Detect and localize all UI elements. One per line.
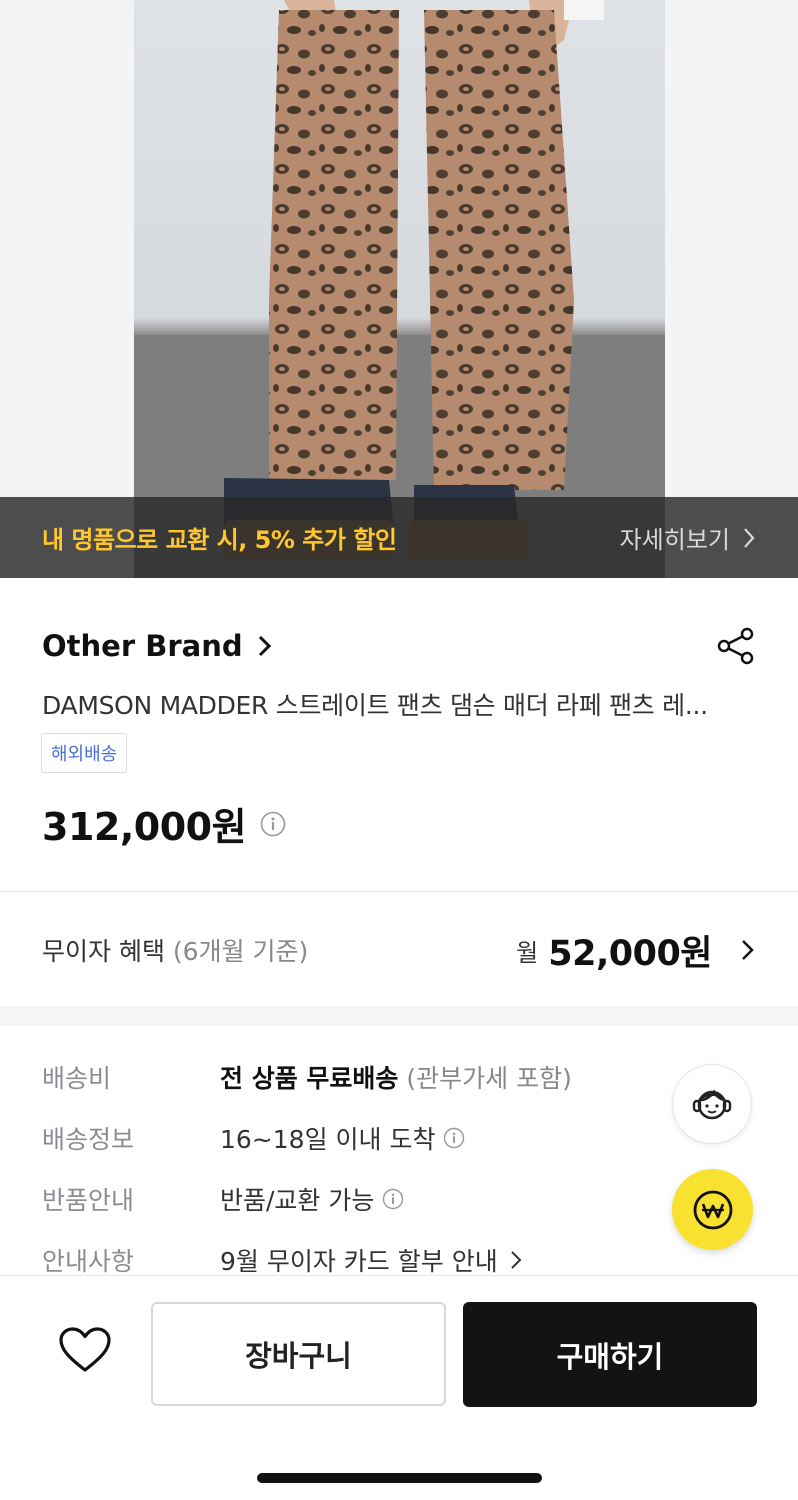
overseas-shipping-badge: 해외배송 (41, 733, 128, 773)
heart-icon[interactable] (58, 1326, 112, 1374)
brand-name: Other Brand (42, 629, 243, 663)
shipping-fee-note: (관부가세 포함) (406, 1063, 572, 1093)
product-photo[interactable] (134, 0, 665, 578)
info-icon[interactable] (260, 811, 286, 837)
installment-benefit-row[interactable]: 무이자 혜택 (6개월 기준) 월 52,000원 (42, 920, 756, 980)
add-to-cart-button[interactable]: 장바구니 (151, 1302, 446, 1406)
chevron-right-icon (744, 527, 755, 548)
shipping-info-list: 배송비 전 상품 무료배송 (관부가세 포함) 배송정보 16~18일 이내 도… (42, 1046, 662, 1290)
installment-amount-group: 월 52,000원 (516, 925, 756, 976)
promo-text: 내 명품으로 교환 시, 5% 추가 할인 (42, 526, 397, 554)
installment-label: 무이자 혜택 (6개월 기준) (42, 932, 308, 968)
installment-basis: (6개월 기준) (172, 937, 309, 966)
info-icon[interactable] (382, 1188, 404, 1210)
delivery-eta: 16~18일 이내 도착 (220, 1124, 436, 1154)
installment-title: 무이자 혜택 (42, 937, 165, 966)
shipping-fee-label: 배송비 (42, 1063, 112, 1093)
shipping-fee-row: 배송비 전 상품 무료배송 (관부가세 포함) (42, 1046, 662, 1107)
price-row: 312,000원 (42, 796, 286, 851)
purchase-bar: 장바구니 구매하기 (0, 1275, 798, 1500)
installment-month-prefix: 월 (516, 938, 539, 967)
product-price: 312,000원 (42, 805, 247, 849)
promo-detail-link[interactable]: 자세히보기 (620, 520, 756, 555)
brand-row: Other Brand (42, 622, 756, 670)
delivery-info-label: 배송정보 (42, 1124, 135, 1154)
shipping-fee-value: 전 상품 무료배송 (관부가세 포함) (220, 1059, 572, 1095)
notice-value[interactable]: 9월 무이자 카드 할부 안내 (220, 1242, 522, 1278)
buy-now-button[interactable]: 구매하기 (463, 1302, 757, 1407)
home-indicator (257, 1473, 542, 1483)
product-title: DAMSON MADDER 스트레이트 팬츠 댐슨 매더 라페 팬츠 레... (42, 691, 708, 720)
return-info-label: 반품안내 (42, 1185, 135, 1215)
chevron-right-icon (510, 1250, 522, 1269)
headset-support-icon (692, 1089, 732, 1120)
trade-in-promo-banner[interactable]: 내 명품으로 교환 시, 5% 추가 할인 자세히보기 (0, 497, 798, 578)
section-spacer (0, 1006, 798, 1026)
info-icon[interactable] (443, 1127, 465, 1149)
won-icon (693, 1190, 732, 1229)
chevron-right-icon (258, 635, 271, 657)
brand-link[interactable]: Other Brand (42, 629, 273, 663)
return-policy: 반품/교환 가능 (220, 1185, 375, 1215)
share-icon[interactable] (716, 626, 756, 666)
product-image-area[interactable]: 내 명품으로 교환 시, 5% 추가 할인 자세히보기 (0, 0, 798, 578)
delivery-info-row: 배송정보 16~18일 이내 도착 (42, 1107, 662, 1168)
return-info-value: 반품/교환 가능 (220, 1181, 404, 1217)
customer-support-button[interactable] (672, 1064, 752, 1144)
delivery-info-value: 16~18일 이내 도착 (220, 1120, 465, 1156)
notice-label: 안내사항 (42, 1246, 135, 1276)
installment-amount: 52,000원 (548, 933, 712, 974)
price-offer-button[interactable] (672, 1169, 753, 1250)
leopard-pants-illustration (134, 0, 665, 578)
chevron-right-icon (742, 940, 754, 960)
return-info-row: 반품안내 반품/교환 가능 (42, 1168, 662, 1229)
notice-text: 9월 무이자 카드 할부 안내 (220, 1246, 498, 1276)
shipping-fee-main: 전 상품 무료배송 (220, 1063, 399, 1093)
section-divider (0, 891, 798, 892)
promo-detail-label: 자세히보기 (619, 526, 730, 554)
